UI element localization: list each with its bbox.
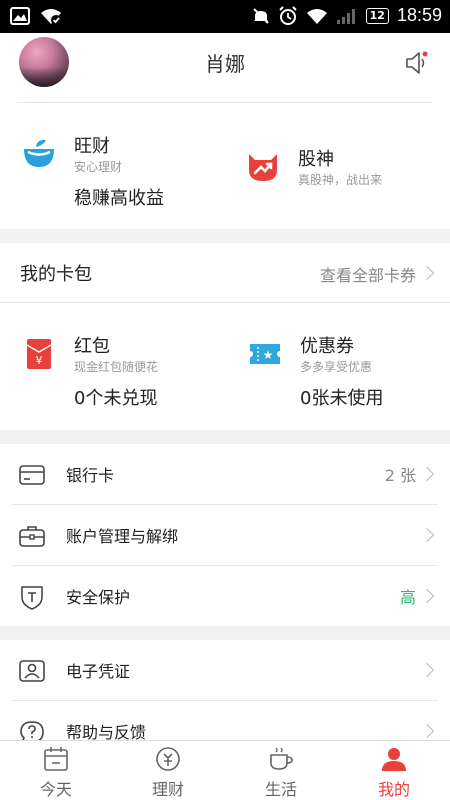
page-title: 肖娜 [205, 52, 245, 76]
chevron-right-icon [419, 466, 435, 482]
chevron-right-icon [419, 265, 435, 281]
product-name: 股神 [298, 149, 334, 170]
tab-label: 理财 [151, 780, 184, 799]
tab-finance[interactable]: 理财 [112, 741, 224, 800]
tab-label: 我的 [377, 780, 410, 799]
wallet-item-name: 红包 [74, 336, 110, 357]
support-menu: 电子凭证 帮助与反馈 [0, 640, 450, 740]
wangcai-icon [24, 139, 54, 167]
svg-text:★: ★ [263, 348, 274, 362]
tab-label: 今天 [39, 780, 72, 799]
menu-item-security[interactable]: 安全保护 高 [0, 566, 450, 627]
wifi-icon [306, 8, 327, 24]
wallet-item-value: 0张未使用 [300, 388, 384, 409]
chevron-right-icon [419, 588, 435, 604]
calendar-icon [44, 747, 68, 771]
menu-item-bank-card[interactable]: 银行卡 2 张 [0, 444, 450, 505]
coupon-icon: ★ [250, 344, 280, 364]
mute-icon [252, 7, 269, 24]
wallet-item-subtitle: 现金红包随便花 [74, 360, 159, 374]
tab-mine[interactable]: 我的 [338, 741, 450, 800]
chevron-right-icon [419, 723, 435, 739]
wallet-title: 我的卡包 [20, 264, 92, 285]
menu-item-label: 银行卡 [66, 466, 115, 485]
id-card-icon [19, 660, 45, 682]
menu-item-label: 电子凭证 [66, 662, 131, 681]
red-envelope-icon: ¥ [26, 339, 52, 369]
menu-item-account-management[interactable]: 账户管理与解绑 [0, 505, 450, 566]
menu-item-label: 安全保护 [66, 588, 131, 607]
svg-text:¥: ¥ [36, 354, 43, 367]
bank-card-count: 2 张 [384, 466, 416, 485]
user-icon [382, 748, 406, 771]
view-all-cards-link[interactable]: 查看全部卡券 [320, 262, 416, 286]
signal-icon [336, 8, 355, 24]
tab-label: 生活 [264, 780, 297, 799]
wallet-item-value: 0个未兑现 [74, 388, 158, 409]
products-section: 旺财 安心理财 稳赚高收益 股神 真股神，战出来 [0, 103, 450, 229]
bottom-tab-bar: 今天 理财 生活 我的 [0, 740, 450, 800]
gallery-icon [10, 7, 30, 25]
product-name: 旺财 [74, 136, 110, 157]
bank-card-icon [19, 465, 45, 485]
account-menu: 银行卡 2 张 账户管理与解绑 安全保护 高 [0, 444, 450, 626]
wallet-header[interactable]: 我的卡包 查看全部卡券 [0, 243, 450, 303]
status-bar: 12 18:59 [0, 0, 450, 33]
battery-level: 12 [365, 7, 389, 24]
product-subtitle: 安心理财 [74, 160, 123, 174]
wifi-check-icon [41, 9, 61, 25]
menu-item-e-voucher[interactable]: 电子凭证 [0, 640, 450, 701]
tab-life[interactable]: 生活 [225, 741, 337, 800]
security-level: 高 [399, 588, 416, 607]
wallet-item-subtitle: 多多享受优惠 [300, 360, 373, 374]
coffee-icon [270, 747, 293, 770]
speaker-icon[interactable] [404, 50, 430, 76]
product-subtitle: 真股神，战出来 [298, 173, 383, 187]
help-icon [20, 721, 44, 740]
product-value: 稳赚高收益 [74, 188, 164, 209]
menu-item-help-feedback[interactable]: 帮助与反馈 [0, 701, 450, 740]
gushen-icon [249, 154, 277, 181]
wallet-section: 我的卡包 查看全部卡券 ¥ 红包 现金红包随便花 0个未兑现 ★ 优惠券 多多享… [0, 243, 450, 430]
alarm-icon [278, 5, 297, 25]
clock: 18:59 [396, 5, 442, 25]
wallet-item-name: 优惠券 [300, 336, 354, 357]
briefcase-icon [19, 526, 45, 547]
tab-today[interactable]: 今天 [0, 741, 112, 800]
chevron-right-icon [419, 527, 435, 543]
menu-item-label: 账户管理与解绑 [66, 527, 179, 546]
menu-item-label: 帮助与反馈 [66, 723, 147, 740]
shield-icon [21, 586, 43, 610]
profile-header: 肖娜 [0, 33, 450, 103]
chevron-right-icon [419, 662, 435, 678]
finance-icon [156, 747, 180, 771]
